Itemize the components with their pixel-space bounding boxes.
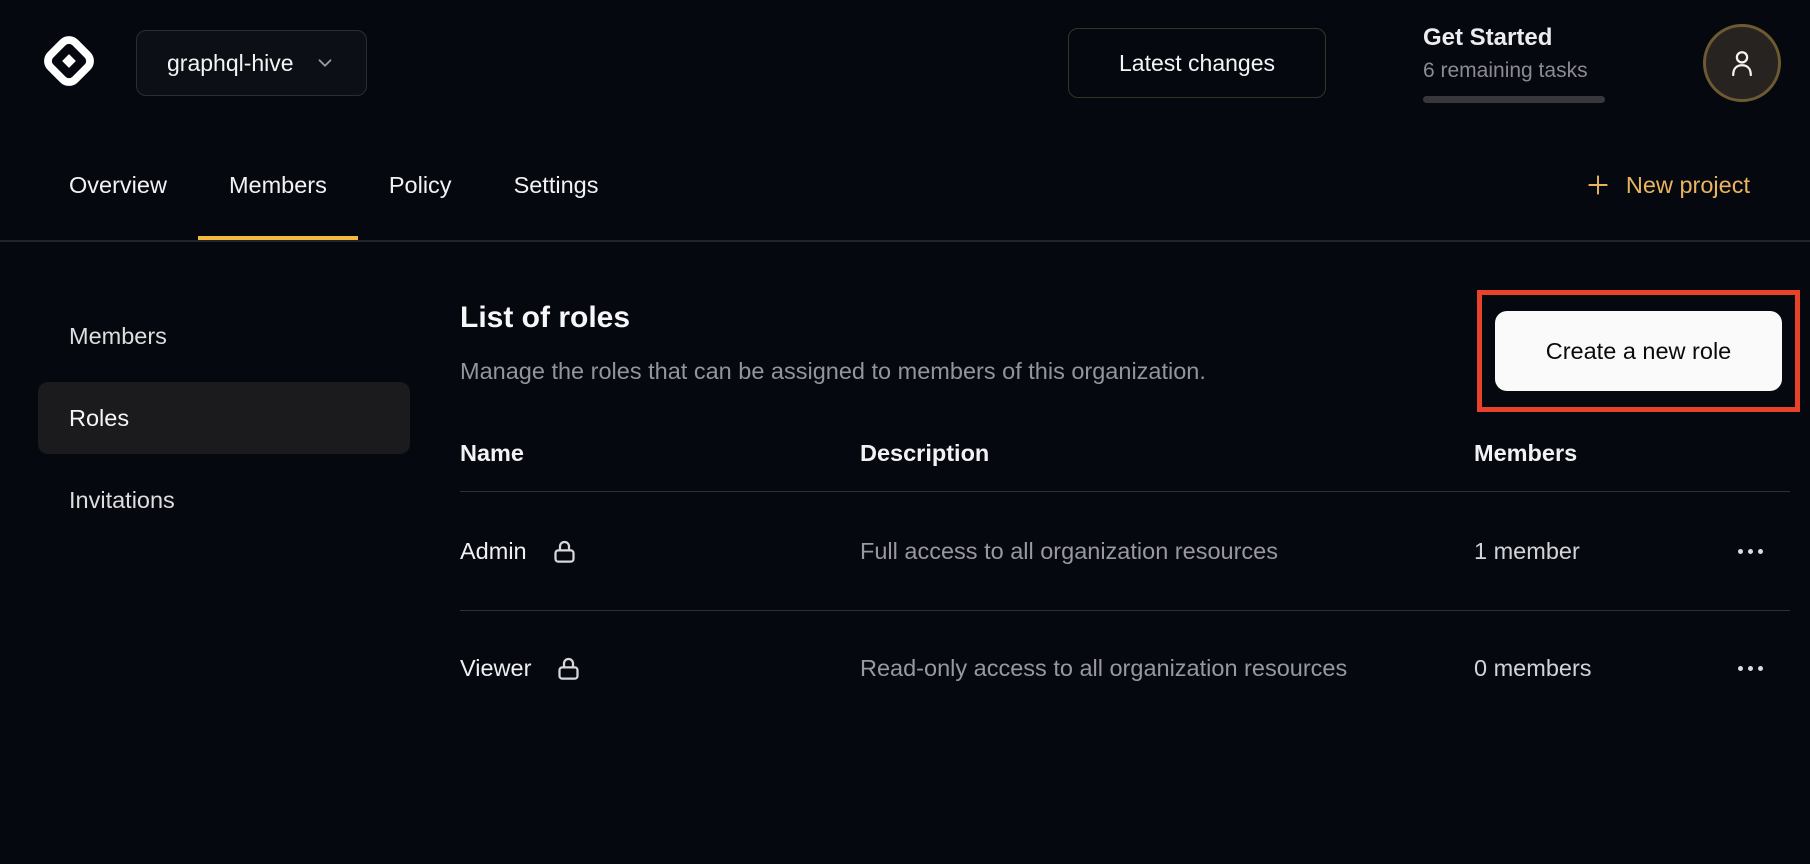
table-row: Admin Full access to all organization re… (460, 492, 1790, 611)
user-avatar[interactable] (1703, 24, 1781, 102)
new-project-label: New project (1626, 172, 1750, 199)
tab-members[interactable]: Members (198, 130, 358, 240)
sidebar-item-members[interactable]: Members (38, 300, 410, 372)
plus-icon (1585, 172, 1611, 198)
sidebar-item-members-label: Members (69, 323, 167, 350)
get-started-subtitle: 6 remaining tasks (1423, 59, 1605, 83)
new-project-link[interactable]: New project (1585, 130, 1750, 240)
row-menu-button[interactable] (1730, 541, 1771, 562)
table-header-row: Name Description Members (460, 414, 1790, 492)
chevron-down-icon (314, 52, 336, 74)
tab-overview[interactable]: Overview (38, 130, 198, 240)
lock-icon (555, 655, 582, 682)
create-new-role-button[interactable]: Create a new role (1495, 311, 1782, 391)
top-bar: graphql-hive Latest changes Get Started … (0, 0, 1810, 130)
column-header-name: Name (460, 440, 860, 467)
tab-policy[interactable]: Policy (358, 130, 483, 240)
column-header-members: Members (1474, 440, 1710, 467)
hive-logo[interactable] (38, 30, 100, 92)
role-member-count: 0 members (1474, 655, 1710, 682)
ellipsis-icon (1738, 666, 1763, 671)
org-tab-bar: Overview Members Policy Settings New pro… (0, 130, 1810, 242)
sidebar-item-roles-label: Roles (69, 405, 129, 432)
roles-panel: List of roles Manage the roles that can … (410, 300, 1790, 725)
role-name: Admin (460, 538, 527, 565)
tab-settings[interactable]: Settings (483, 130, 630, 240)
sidebar-item-roles[interactable]: Roles (38, 382, 410, 454)
sidebar-item-invitations-label: Invitations (69, 487, 175, 514)
person-icon (1725, 45, 1759, 81)
role-name: Viewer (460, 655, 531, 682)
get-started-widget[interactable]: Get Started 6 remaining tasks (1423, 24, 1605, 103)
sidebar-item-invitations[interactable]: Invitations (38, 464, 410, 536)
lock-icon (551, 538, 578, 565)
members-sidebar: Members Roles Invitations (38, 300, 410, 725)
get-started-progress-bar (1423, 96, 1605, 103)
hive-logo-icon (38, 30, 100, 92)
role-description: Read-only access to all organization res… (860, 651, 1360, 685)
tab-settings-label: Settings (514, 172, 599, 199)
roles-table: Name Description Members Admin Full acce… (460, 414, 1790, 725)
role-description: Full access to all organization resource… (860, 534, 1360, 568)
latest-changes-button[interactable]: Latest changes (1068, 28, 1326, 98)
column-header-description: Description (860, 440, 1474, 467)
content-area: Members Roles Invitations List of roles … (0, 242, 1810, 725)
row-menu-button[interactable] (1730, 658, 1771, 679)
org-name: graphql-hive (167, 50, 294, 77)
tab-members-label: Members (229, 172, 327, 199)
ellipsis-icon (1738, 549, 1763, 554)
tab-policy-label: Policy (389, 172, 452, 199)
get-started-title: Get Started (1423, 24, 1605, 52)
org-selector[interactable]: graphql-hive (136, 30, 367, 96)
table-row: Viewer Read-only access to all organizat… (460, 611, 1790, 725)
role-member-count: 1 member (1474, 538, 1710, 565)
tab-overview-label: Overview (69, 172, 167, 199)
